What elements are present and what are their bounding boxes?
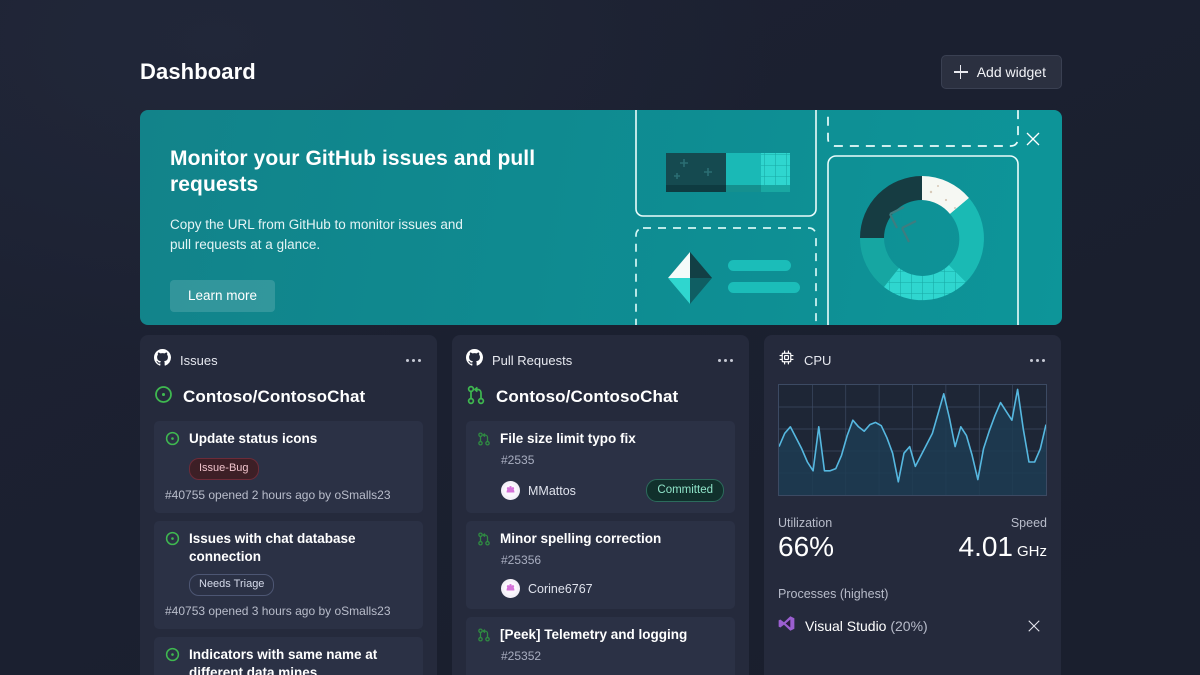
issue-opened-icon (154, 385, 173, 409)
visual-studio-icon (778, 615, 795, 637)
issue-opened-icon (165, 531, 180, 551)
issue-tags: Issue-Bug (189, 458, 412, 480)
learn-more-button[interactable]: Learn more (170, 279, 276, 312)
banner-title: Monitor your GitHub issues and pull requ… (170, 147, 536, 197)
plus-icon (953, 65, 968, 79)
git-pull-request-icon (477, 432, 491, 451)
page-title: Dashboard (140, 59, 256, 84)
issue-meta: #40755 opened 2 hours ago by oSmalls23 (165, 488, 391, 502)
user-avatar (501, 579, 520, 598)
cpu-card: CPU Utilization 66% Speed 4.01 GHz Proce… (764, 335, 1061, 675)
git-pull-request-icon (477, 628, 491, 647)
speed-label: Speed (1010, 516, 1047, 530)
process-close-button[interactable] (1021, 613, 1047, 639)
pull-requests-card-title: Pull Requests (492, 352, 573, 368)
more-options-icon[interactable] (716, 355, 735, 366)
pull-request-title: [Peek] Telemetry and logging (500, 627, 688, 642)
pull-requests-card: Pull Requests Contoso/ContosoChat File s… (452, 335, 749, 675)
issues-card: Issues Contoso/ContosoChat Update status… (140, 335, 437, 675)
issue-list-item[interactable]: Issues with chat database connection Nee… (154, 521, 423, 629)
banner-subtitle: Copy the URL from GitHub to monitor issu… (170, 216, 463, 253)
github-icon (466, 349, 483, 371)
issue-title: Update status icons (189, 431, 318, 446)
cpu-chart-svg (779, 385, 1046, 495)
user-avatar (501, 481, 520, 500)
cpu-usage-chart (778, 384, 1047, 496)
cpu-chip-icon (778, 349, 795, 371)
pull-request-author: MMattos (501, 481, 576, 500)
issue-list-item[interactable]: Update status icons Issue-Bug #40755 ope… (154, 421, 423, 513)
cpu-stats: Utilization 66% Speed 4.01 GHz (778, 516, 1047, 563)
issue-tag[interactable]: Needs Triage (189, 573, 275, 596)
process-row[interactable]: Visual Studio (20%) (778, 613, 1047, 639)
pull-request-title: Minor spelling correction (500, 531, 662, 546)
cpu-card-title: CPU (804, 352, 832, 368)
utilization-label: Utilization (778, 516, 833, 530)
issue-list-item[interactable]: Indicators with same name at different d… (154, 636, 423, 675)
author-name: Corine6767 (528, 581, 593, 596)
git-pull-request-icon (477, 532, 491, 551)
more-options-icon[interactable] (404, 355, 423, 366)
issues-card-header: Issues (154, 349, 423, 371)
speed-unit: GHz (1017, 543, 1047, 560)
pull-request-number: #25356 (501, 553, 542, 567)
issues-repo-row[interactable]: Contoso/ContosoChat (154, 384, 423, 410)
issue-tag[interactable]: Issue-Bug (189, 458, 259, 480)
add-widget-button[interactable]: Add widget (940, 55, 1062, 89)
pull-request-number: #25352 (501, 649, 542, 663)
process-percent: (20%) (890, 617, 928, 634)
banner-illustration (632, 110, 1062, 325)
pull-requests-repo-row[interactable]: Contoso/ContosoChat (466, 384, 735, 410)
issue-opened-icon (165, 647, 180, 667)
issues-repo-name: Contoso/ContosoChat (183, 387, 366, 406)
pull-request-list-item[interactable]: [Peek] Telemetry and logging #25352 (466, 617, 735, 675)
author-name: MMattos (528, 483, 576, 498)
banner-close-button[interactable] (1016, 122, 1050, 156)
github-promo-banner: Monitor your GitHub issues and pull requ… (140, 110, 1062, 325)
issues-card-title: Issues (180, 352, 218, 368)
process-name-text: Visual Studio (805, 617, 887, 634)
git-pull-request-icon (466, 385, 486, 410)
speed-value: 4.01 (958, 531, 1014, 562)
add-widget-label: Add widget (976, 64, 1046, 80)
issue-tags: Needs Triage (189, 573, 412, 596)
utilization-value: 66% (778, 531, 835, 562)
cpu-speed: Speed 4.01 GHz (959, 516, 1048, 563)
processes-label: Processes (highest) (778, 586, 889, 601)
pull-request-list-item[interactable]: File size limit typo fix #2535 MMattos C… (466, 421, 735, 513)
pull-requests-card-header: Pull Requests (466, 349, 735, 371)
close-icon (1026, 132, 1040, 146)
cpu-card-header: CPU (778, 349, 1047, 371)
github-icon (154, 349, 171, 371)
close-icon (1028, 620, 1040, 632)
issue-title: Indicators with same name at different d… (189, 646, 378, 675)
issue-opened-icon (165, 431, 180, 451)
pull-request-author: Corine6767 (501, 579, 593, 598)
issue-title: Issues with chat database connection (189, 531, 356, 565)
more-options-icon[interactable] (1028, 355, 1047, 366)
cpu-utilization: Utilization 66% (778, 516, 834, 563)
pull-requests-repo-name: Contoso/ContosoChat (496, 387, 679, 406)
pull-request-title: File size limit typo fix (500, 431, 636, 446)
speed-value-row: 4.01 GHz (958, 531, 1048, 563)
process-name: Visual Studio (20%) (805, 618, 1011, 634)
banner-text-block: Monitor your GitHub issues and pull requ… (170, 146, 600, 312)
dashboard-page: Dashboard Add widget Monitor your GitHub… (0, 0, 1200, 675)
page-header: Dashboard Add widget (140, 52, 1062, 92)
pull-request-list-item[interactable]: Minor spelling correction #25356 Corine6… (466, 521, 735, 609)
widget-grid: Issues Contoso/ContosoChat Update status… (140, 335, 1062, 675)
issue-meta: #40753 opened 3 hours ago by oSmalls23 (165, 603, 391, 618)
pull-request-status-badge: Committed (646, 479, 724, 502)
pull-request-number: #2535 (501, 453, 535, 467)
